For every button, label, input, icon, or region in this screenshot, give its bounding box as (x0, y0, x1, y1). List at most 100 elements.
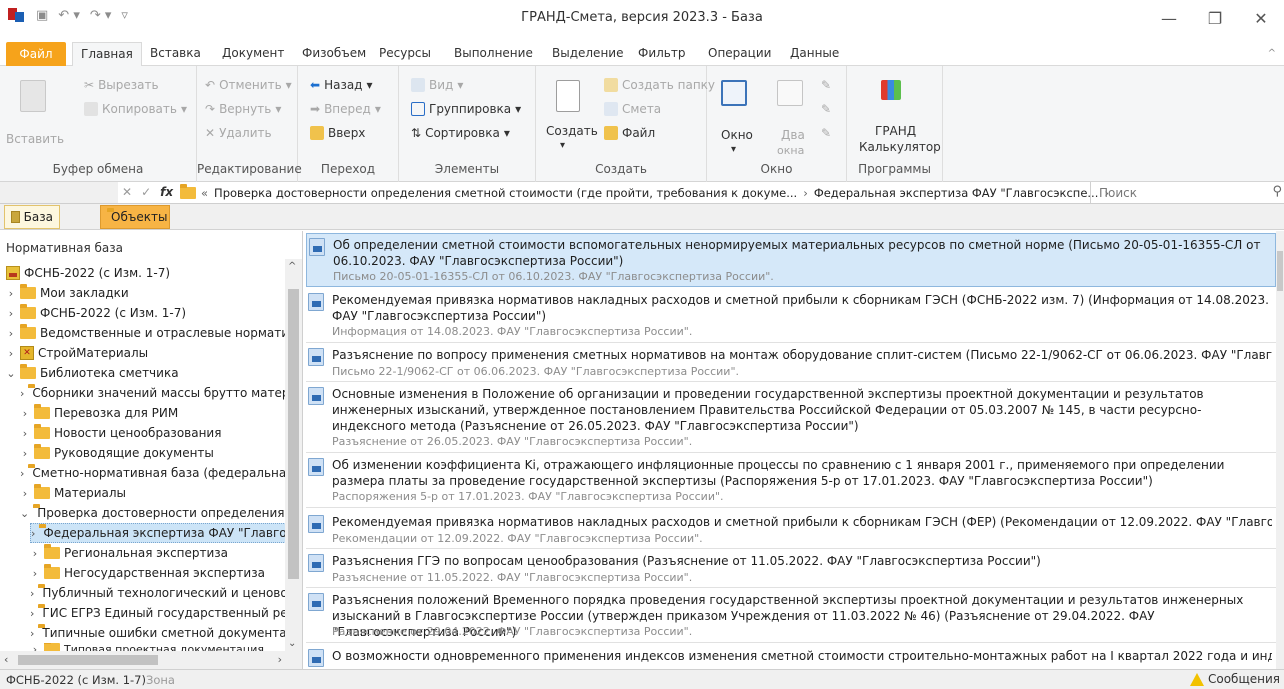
chevron-right-icon[interactable]: › (31, 527, 35, 540)
scroll-thumb-horizontal[interactable] (18, 655, 158, 665)
tab-data[interactable]: Данные (790, 46, 839, 60)
chevron-right-icon[interactable]: › (30, 547, 40, 560)
tree-item-public-audit[interactable]: › Публичный технологический и ценовой (30, 583, 286, 603)
tab-operations[interactable]: Операции (708, 46, 771, 60)
pin-icon-2[interactable]: ✎ (821, 102, 831, 116)
messages-button[interactable]: Сообщения (1189, 672, 1280, 686)
scroll-right-icon[interactable]: › (278, 653, 282, 666)
tree-item-regional-expertise[interactable]: › Региональная экспертиза (30, 543, 228, 563)
chevron-down-icon[interactable]: ⌄ (6, 367, 16, 380)
scroll-left-icon[interactable]: ‹ (4, 653, 8, 666)
chevron-right-icon[interactable]: › (20, 487, 30, 500)
tree-item-federal-expertise[interactable]: › Федеральная экспертиза ФАУ "Главгосэ (30, 523, 286, 543)
grand-calculator-button[interactable]: ГРАНД (875, 124, 916, 138)
new-file-button[interactable]: Файл (604, 126, 655, 140)
chevron-right-icon[interactable]: › (6, 327, 16, 340)
window-button[interactable]: Окно (721, 128, 753, 142)
chevron-right-icon[interactable]: › (20, 407, 30, 420)
list-item[interactable]: Основные изменения в Положение об органи… (306, 383, 1276, 453)
chevron-right-icon[interactable]: › (6, 347, 16, 360)
list-item[interactable]: Об изменении коэффициента Ki, отражающег… (306, 454, 1276, 508)
breadcrumb-item[interactable]: Проверка достоверности определения сметн… (214, 186, 797, 200)
tree-item-bookmarks[interactable]: › Мои закладки (6, 283, 129, 303)
tree-root-db[interactable]: ФСНБ-2022 (с Изм. 1-7) (6, 263, 170, 283)
create-dropdown-icon[interactable]: ▾ (560, 140, 565, 151)
formula-icon[interactable]: fx (160, 185, 173, 199)
tab-insert[interactable]: Вставка (150, 46, 201, 60)
documents-vertical-scrollbar[interactable] (1276, 231, 1284, 669)
list-item[interactable]: О возможности одновременного применения … (306, 645, 1276, 669)
tree-horizontal-scrollbar[interactable]: ‹ › (0, 651, 302, 669)
tree-item-departmental[interactable]: › Ведомственные и отраслевые нормативы (6, 323, 302, 343)
tab-file[interactable]: Файл (6, 42, 66, 66)
new-estimate-button[interactable]: Смета (604, 102, 661, 116)
search-input[interactable]: Поиск (1099, 186, 1137, 200)
list-item[interactable]: Разъяснения положений Временного порядка… (306, 589, 1276, 643)
list-item[interactable]: Об определении сметной стоимости вспомог… (306, 233, 1276, 287)
paste-button[interactable]: Вставить (6, 132, 64, 146)
tree-item-pricing-news[interactable]: › Новости ценообразования (20, 423, 221, 443)
tab-physvolume[interactable]: Физобъем (302, 46, 366, 60)
up-button[interactable]: Вверх (310, 126, 365, 140)
search-box[interactable]: Поиск ⚲ (1090, 182, 1284, 203)
tab-resources[interactable]: Ресурсы (379, 46, 431, 60)
cut-button[interactable]: ✂ Вырезать (84, 78, 159, 92)
window-dropdown-icon[interactable]: ▾ (731, 144, 736, 155)
search-icon[interactable]: ⚲ (1272, 184, 1282, 199)
tree-vertical-scrollbar[interactable]: ^ ⌄ (285, 259, 302, 651)
scroll-thumb[interactable] (288, 289, 299, 579)
collapse-ribbon-icon[interactable]: ^ (1268, 48, 1276, 59)
pin-icon-3[interactable]: ✎ (821, 126, 831, 140)
cancel-icon[interactable]: ✕ (122, 185, 132, 199)
confirm-icon[interactable]: ✓ (141, 185, 151, 199)
close-button[interactable]: ✕ (1238, 0, 1284, 36)
tree-item-nongov-expertise[interactable]: › Негосударственная экспертиза (30, 563, 265, 583)
create-button[interactable]: Создать (546, 124, 598, 138)
chevron-right-icon[interactable]: › (20, 427, 30, 440)
scroll-down-icon[interactable]: ⌄ (288, 638, 296, 649)
chevron-right-icon[interactable]: › (30, 587, 34, 600)
tree-item-guidelines[interactable]: › Руководящие документы (20, 443, 214, 463)
tree-item-federal-base[interactable]: › Сметно-нормативная база (федеральная) (20, 463, 286, 483)
tree-item-gross-mass[interactable]: › Сборники значений массы брутто матери (20, 383, 286, 403)
copy-button[interactable]: Копировать ▾ (84, 102, 187, 116)
minimize-button[interactable]: — (1146, 0, 1192, 36)
tree-item-materials[interactable]: › Материалы (20, 483, 126, 503)
breadcrumb-item-current[interactable]: Федеральная экспертиза ФАУ "Главгосэкспе… (814, 186, 1099, 200)
two-windows-button[interactable]: Два (781, 128, 805, 142)
redo-button[interactable]: ↷ Вернуть ▾ (205, 102, 281, 116)
tab-base[interactable]: База (4, 205, 60, 229)
back-button[interactable]: ⬅ Назад ▾ (310, 78, 373, 92)
undo-button[interactable]: ↶ Отменить ▾ (205, 78, 292, 92)
tab-home[interactable]: Главная (72, 42, 142, 67)
pin-icon[interactable]: ✎ (821, 78, 831, 92)
view-button[interactable]: Вид ▾ (411, 78, 463, 92)
scroll-up-icon[interactable]: ^ (288, 261, 296, 272)
list-item[interactable]: Разъяснения ГГЭ по вопросам ценообразова… (306, 550, 1276, 588)
chevron-right-icon[interactable]: › (20, 387, 24, 400)
chevron-right-icon[interactable]: › (6, 287, 16, 300)
forward-button[interactable]: ➡ Вперед ▾ (310, 102, 381, 116)
delete-button[interactable]: ✕ Удалить (205, 126, 272, 140)
tree-item-gis-egrz[interactable]: › ГИС ЕГРЗ Единый государственный реес (30, 603, 286, 623)
sort-button[interactable]: ⇅ Сортировка ▾ (411, 126, 510, 140)
tree-item-stroymaterials[interactable]: › ✕ СтройМатериалы (6, 343, 148, 363)
grouping-button[interactable]: Группировка ▾ (411, 102, 521, 116)
chevron-right-icon[interactable]: › (20, 447, 30, 460)
chevron-right-icon[interactable]: › (20, 467, 24, 480)
list-item[interactable]: Рекомендуемая привязка нормативов наклад… (306, 511, 1276, 549)
tab-filter[interactable]: Фильтр (638, 46, 685, 60)
tree-item-verification[interactable]: ⌄ Проверка достоверности определения см (20, 503, 286, 523)
tree-item-fsnb[interactable]: › ФСНБ-2022 (с Изм. 1-7) (6, 303, 186, 323)
tree-item-library[interactable]: ⌄ Библиотека сметчика (6, 363, 179, 383)
chevron-right-icon[interactable]: › (30, 567, 40, 580)
list-item[interactable]: Рекомендуемая привязка нормативов наклад… (306, 289, 1276, 343)
list-item[interactable]: Разъяснение по вопросу применения сметны… (306, 344, 1276, 382)
new-folder-button[interactable]: Создать папку (604, 78, 715, 92)
chevron-right-icon[interactable]: › (6, 307, 16, 320)
chevron-down-icon[interactable]: ⌄ (20, 507, 29, 520)
tab-selection[interactable]: Выделение (552, 46, 623, 60)
tab-execution[interactable]: Выполнение (454, 46, 533, 60)
chevron-right-icon[interactable]: › (30, 607, 34, 620)
scroll-thumb[interactable] (1277, 251, 1283, 291)
